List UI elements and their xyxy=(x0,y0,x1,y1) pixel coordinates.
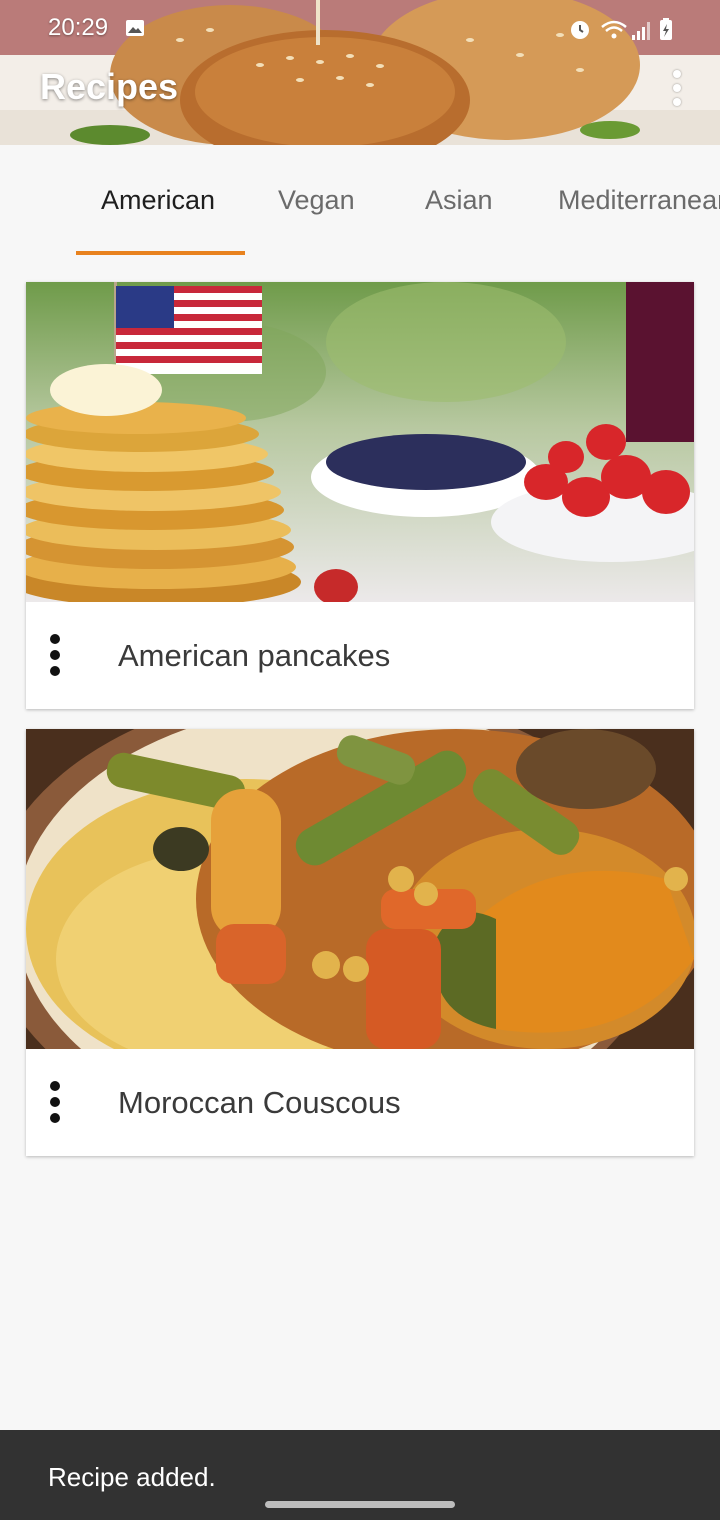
more-vert-icon[interactable] xyxy=(40,630,70,680)
home-indicator[interactable] xyxy=(265,1501,455,1508)
status-icons xyxy=(571,18,672,40)
recipe-title[interactable]: Moroccan Couscous xyxy=(118,1085,401,1121)
recipe-card-footer: American pancakes xyxy=(26,602,694,709)
app-title: Recipes xyxy=(40,66,179,107)
more-vert-icon[interactable] xyxy=(40,1077,70,1127)
couscous-image xyxy=(26,729,694,1049)
recipe-image[interactable] xyxy=(26,282,694,602)
recipe-image[interactable] xyxy=(26,729,694,1049)
alarm-icon xyxy=(571,21,589,39)
tab-indicator xyxy=(76,251,245,255)
recipe-card-footer: Moroccan Couscous xyxy=(26,1049,694,1156)
category-tabs: American Vegan Asian Mediterranean xyxy=(0,145,720,257)
tab-vegan[interactable]: Vegan xyxy=(278,185,355,216)
tab-asian[interactable]: Asian xyxy=(425,185,493,216)
recipe-title[interactable]: American pancakes xyxy=(118,638,390,674)
signal-icon xyxy=(632,22,650,40)
tab-american[interactable]: American xyxy=(101,185,215,216)
wifi-icon xyxy=(601,20,627,39)
tab-mediterranean[interactable]: Mediterranean xyxy=(558,185,720,216)
snackbar: Recipe added. xyxy=(0,1430,720,1520)
snackbar-message: Recipe added. xyxy=(48,1462,216,1492)
gallery-icon xyxy=(126,20,144,36)
status-time: 20:29 xyxy=(48,14,109,41)
app-bar: 20:29 Recipes xyxy=(0,0,720,145)
pancakes-image xyxy=(26,282,694,602)
recipe-card[interactable]: American pancakes xyxy=(26,282,694,709)
more-vert-icon[interactable] xyxy=(660,66,694,110)
status-bar: 20:29 xyxy=(0,0,720,60)
battery-icon xyxy=(660,18,672,40)
recipe-card[interactable]: Moroccan Couscous xyxy=(26,729,694,1156)
